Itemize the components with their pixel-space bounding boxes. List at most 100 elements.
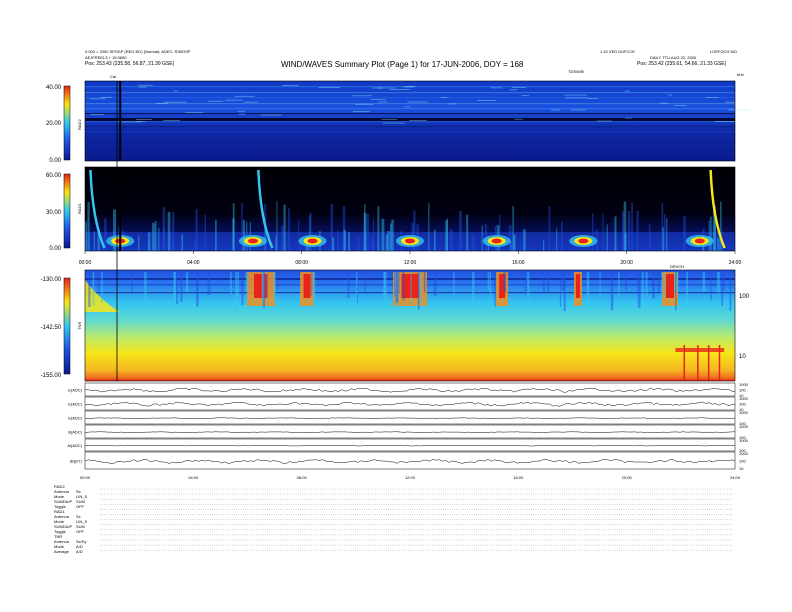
rad2-speck [725,101,735,103]
tnr-streak [273,272,276,302]
tnr-streak [503,272,507,292]
tnr-streak [702,272,706,293]
rad1-burst-core [247,238,258,244]
rad2-speck [407,101,429,103]
rad1-streak [449,229,453,251]
rad1-streak [510,240,512,251]
tnr-streak [207,272,211,296]
tnr-streak [92,272,95,306]
tnr-ylabel: TNR [77,322,82,330]
tnr-streak [675,272,677,311]
rad1-ytick-mid: 30.00 [46,210,62,216]
rad2-speck [89,98,106,100]
tnr-streak [625,272,628,291]
rad2-speck [624,90,630,92]
rad2-speck [509,89,518,91]
rad1-streak [519,240,522,251]
footer-param-key: Average [54,549,69,554]
bottom-xaxis: 00:00 04:00 08:00 12:00 16:00 20:00 24:00 [80,475,741,480]
footer-param-value: A/D [76,549,83,554]
rad1-streak [512,206,514,251]
rad2-streak [85,97,735,99]
rad1-streak [204,214,207,251]
rad1-xtick-label: 12:00 [404,260,417,266]
rad2-speck [352,111,370,113]
tnr-streak [402,272,405,301]
tnr-ytick-bot: -155.00 [41,373,62,379]
summary-plot: 40.00 20.00 0.00 RAD2 60.00 30.00 0.00 R… [41,80,750,551]
rad1-streak [158,227,160,251]
rad1-streak [648,224,651,251]
rad1-streak [472,235,475,251]
rad2-speck [570,109,586,111]
tnr-streak [266,272,268,307]
line-panel-label: Ai(ADC) [67,443,82,448]
tnr-streak [599,272,601,301]
bottom-xtick-label: 12:00 [405,475,416,480]
tnr-streak [586,272,590,306]
bottom-xtick-label: 08:00 [297,475,308,480]
tnr-streak [717,272,719,293]
rad2-speck [371,87,396,89]
tnr-streak [494,272,496,308]
tnr-streak [563,272,566,311]
rad2-speck [587,98,599,99]
rad1-streak [283,204,286,251]
tnr-streak [311,272,313,296]
bottom-xtick-label: 04:00 [188,475,199,480]
line-panel-rtick: 100 [739,388,746,393]
tnr-streak [245,272,249,293]
tnr-streak [661,272,663,305]
rad1-streak [523,229,526,251]
line-panel-rtick: 1000 [739,410,749,415]
rad1-streak [720,201,722,251]
rad2-speck [551,109,561,111]
rad1-streak [387,230,390,251]
tnr-streak [176,272,178,305]
tnr-streak [173,272,176,308]
rad2-speck [382,122,405,124]
rad2-speck [476,100,497,101]
tnr-top-right-label: DRVCH [670,264,684,269]
tnr-streak [237,272,239,299]
tnr-streak [97,272,100,294]
rad2-speck [318,87,341,88]
rad2-speck [596,120,612,122]
tnr-streak [637,272,639,291]
line-panel-rtick: 100 [739,402,746,407]
rad1-streak [542,240,545,251]
rad2-streak [85,126,735,128]
rad1-streak [602,213,604,251]
tnr-streak [88,272,91,307]
rad2-speck [155,103,169,104]
rad1-streak [93,231,95,251]
rad2-ylabel: RAD2 [77,119,82,130]
rad2-speck [238,113,246,115]
tnr-streak [364,272,366,293]
tnr-ytick-top: -130.00 [41,277,62,283]
rad1-xtick-label: 24:00 [729,260,742,266]
tnr-streak [526,272,530,311]
rad1-streak [381,218,385,251]
rad1-streak [280,225,284,251]
rad1-xtick-label: 16:00 [512,260,525,266]
rad1-streak [663,214,666,251]
tnr-streak [347,272,350,299]
tnr-streak [542,272,545,293]
line-panel-frame [84,424,736,439]
rad1-xtick-label: 04:00 [187,260,200,266]
rad1-streak [433,229,436,251]
tnr-streak [652,272,655,299]
tnr-streak [423,272,426,293]
rad2-speck [624,117,632,119]
rad1-streak [556,228,558,251]
rad2-speck [207,100,223,102]
rad1-streak [717,237,720,251]
rad1-streak [614,216,617,251]
rad1-streak [561,234,563,251]
rad2-speck [355,103,374,105]
rad2-streak [85,140,735,142]
rad2-speck [728,109,750,111]
rad1-streak [631,202,634,251]
line-panel-frame [84,396,736,411]
